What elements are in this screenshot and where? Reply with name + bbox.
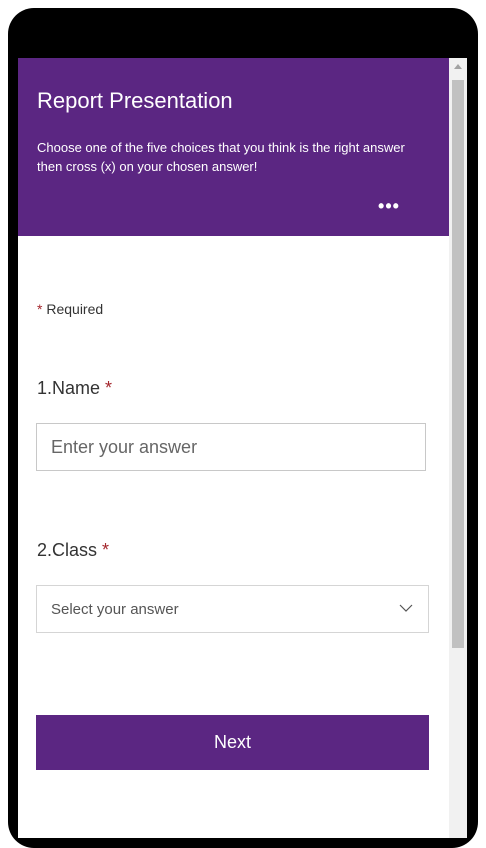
- class-select[interactable]: Select your answer: [36, 585, 429, 633]
- question-name-label: 1.Name *: [37, 378, 112, 399]
- question-number: 1.: [37, 378, 53, 398]
- more-dots-icon: •••: [378, 196, 400, 216]
- required-label: Required: [46, 301, 104, 317]
- form-description: Choose one of the five choices that you …: [37, 140, 405, 174]
- required-star: *: [102, 540, 110, 560]
- class-select-placeholder: Select your answer: [51, 601, 179, 618]
- form-header: Report Presentation Choose one of the fi…: [18, 58, 449, 236]
- required-note: * Required: [37, 301, 103, 317]
- scrollbar-thumb[interactable]: [452, 80, 464, 648]
- next-button[interactable]: Next: [36, 715, 429, 770]
- question-class-label: 2.Class *: [37, 540, 109, 561]
- scroll-up-arrow-icon[interactable]: [454, 64, 462, 69]
- scrollbar[interactable]: [449, 58, 467, 838]
- chevron-down-icon: [399, 604, 413, 612]
- more-options-button[interactable]: •••: [374, 196, 404, 216]
- question-text: Class: [52, 540, 98, 560]
- name-input[interactable]: [36, 423, 426, 471]
- required-star: *: [37, 301, 43, 317]
- form-screen: Report Presentation Choose one of the fi…: [18, 58, 467, 838]
- required-star: *: [105, 378, 113, 398]
- form-title: Report Presentation: [37, 88, 233, 113]
- question-text: Name: [52, 378, 101, 398]
- question-number: 2.: [37, 540, 53, 560]
